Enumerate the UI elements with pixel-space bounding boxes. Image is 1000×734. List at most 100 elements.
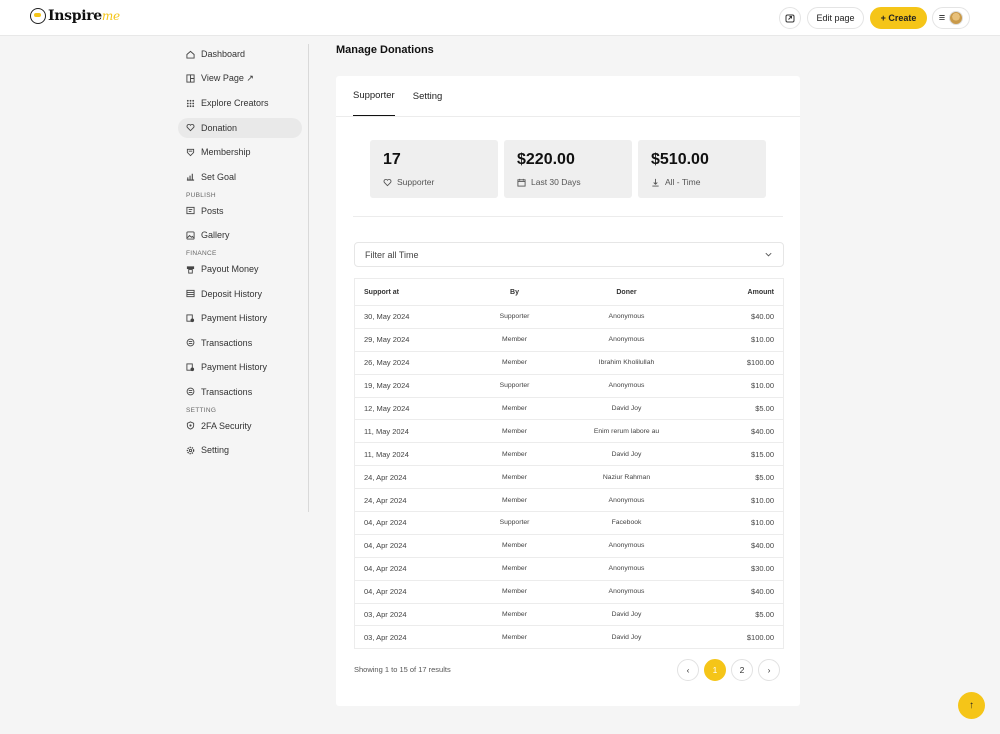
time-filter-select[interactable]: Filter all Time	[354, 242, 784, 267]
cell-doner: David Joy	[564, 603, 689, 627]
sidebar-item-label: Payment History	[201, 362, 268, 372]
calendar-icon	[517, 178, 526, 187]
table-row: 26, May 2024 Member Ibrahim Kholilullah $10…	[354, 351, 784, 375]
sidebar-item-explore-creators[interactable]: Explore Creators	[178, 93, 302, 113]
cell-by: Member	[464, 557, 565, 581]
hamburger-icon: ≡	[938, 12, 946, 24]
cell-doner: Anonymous	[564, 374, 689, 398]
next-page-button[interactable]: ›	[758, 659, 780, 681]
avatar	[949, 11, 964, 25]
cell-amount: $10.00	[688, 511, 784, 535]
user-menu-button[interactable]: ≡	[932, 7, 970, 29]
cell-support-at: 24, Apr 2024	[354, 488, 465, 513]
column-header-doner[interactable]: Doner	[564, 278, 689, 306]
cell-doner: Anonymous	[564, 580, 689, 604]
table-row: 04, Apr 2024 Member Anonymous $40.00	[354, 534, 784, 558]
cell-doner: Anonymous	[564, 488, 689, 513]
stat-label: All - Time	[665, 177, 701, 187]
cell-support-at: 03, Apr 2024	[354, 625, 465, 650]
home-icon	[186, 50, 195, 59]
sidebar-item-label: 2FA Security	[201, 420, 252, 431]
goal-icon	[186, 172, 195, 181]
table-row: 24, Apr 2024 Member Naziur Rahman $5.00	[354, 465, 784, 490]
tab-supporter[interactable]: Supporter	[353, 76, 395, 116]
stat-value: $510.00	[651, 151, 709, 168]
cell-amount: $30.00	[688, 557, 784, 581]
column-header-amount[interactable]: Amount	[688, 278, 784, 306]
sidebar-item-label: Gallery	[201, 230, 230, 240]
table-row: 04, Apr 2024 Supporter Facebook $10.00	[354, 511, 784, 535]
cell-support-at: 19, May 2024	[354, 374, 465, 398]
sidebar-item-view-page[interactable]: View Page ↗	[178, 69, 302, 89]
total-icon	[652, 178, 659, 187]
page-title: Manage Donations	[336, 44, 434, 56]
table-row: 11, May 2024 Member Enim rerum labore au $4…	[354, 419, 784, 444]
table-row: 11, May 2024 Member David Joy $15.00	[354, 442, 784, 467]
cell-by: Member	[464, 465, 565, 490]
cell-amount: $40.00	[688, 580, 784, 604]
sidebar-item-label: Setting	[201, 445, 230, 455]
logo-text: Inspireme	[48, 8, 120, 24]
table-row: 03, Apr 2024 Member David Joy $5.00	[354, 603, 784, 627]
cell-amount: $5.00	[688, 397, 784, 421]
sidebar-item-donation[interactable]: Donation	[178, 117, 302, 138]
logo[interactable]: Inspireme	[30, 8, 120, 24]
deposit-icon	[186, 289, 195, 298]
payment-icon	[186, 313, 195, 323]
table-row: 24, Apr 2024 Member Anonymous $10.00	[354, 488, 784, 513]
cell-support-at: 29, May 2024	[354, 328, 465, 352]
cell-support-at: 11, May 2024	[354, 442, 465, 467]
cell-doner: David Joy	[564, 397, 689, 421]
cell-support-at: 04, Apr 2024	[354, 511, 465, 535]
sidebar-item-posts[interactable]: Posts	[178, 201, 302, 221]
cell-support-at: 30, May 2024	[354, 305, 465, 329]
sidebar-item-transactions-2[interactable]: Transactions	[178, 382, 302, 402]
sidebar-item-membership[interactable]: Membership	[178, 142, 302, 162]
edit-page-button[interactable]: Edit page	[807, 7, 864, 29]
cell-doner: Facebook	[564, 511, 689, 535]
payment-icon	[186, 362, 195, 372]
filter-value: Filter all Time	[365, 249, 419, 260]
cell-doner: Anonymous	[564, 557, 689, 581]
layout-icon	[186, 74, 195, 83]
page-button-2[interactable]: 2	[731, 659, 753, 681]
sidebar-item-payment-history-2[interactable]: Payment History	[178, 357, 302, 377]
sidebar-item-2fa-security[interactable]: 2FA Security	[178, 416, 302, 436]
gallery-icon	[186, 230, 195, 240]
sidebar-item-setting[interactable]: Setting	[178, 440, 302, 460]
sidebar-item-label: Deposit History	[201, 288, 263, 299]
cell-amount: $10.00	[688, 488, 784, 513]
sidebar-item-deposit-history[interactable]: Deposit History	[178, 284, 302, 304]
cell-by: Supporter	[464, 305, 565, 329]
column-header-support-at[interactable]: Support at	[354, 278, 465, 306]
stat-supporters: 17 Supporter	[370, 140, 498, 198]
tab-setting[interactable]: Setting	[413, 76, 443, 116]
cell-amount: $10.00	[688, 328, 784, 352]
cell-amount: $10.00	[688, 374, 784, 398]
cell-doner: Anonymous	[564, 328, 689, 352]
sidebar-item-dashboard[interactable]: Dashboard	[178, 44, 302, 64]
payout-icon	[186, 265, 195, 274]
cell-by: Member	[464, 488, 565, 513]
cell-by: Member	[464, 328, 565, 352]
cell-doner: Naziur Rahman	[564, 465, 689, 490]
sidebar-item-label: Transactions	[201, 386, 253, 397]
table-row: 19, May 2024 Supporter Anonymous $10.00	[354, 374, 784, 398]
sidebar-item-payout-money[interactable]: Payout Money	[178, 259, 302, 279]
sidebar-item-gallery[interactable]: Gallery	[178, 225, 302, 245]
sidebar-item-label: Posts	[201, 205, 224, 216]
create-button[interactable]: + Create	[870, 7, 927, 29]
sidebar-item-transactions[interactable]: Transactions	[178, 333, 302, 353]
cell-by: Member	[464, 580, 565, 604]
column-header-by[interactable]: By	[464, 278, 565, 306]
cell-by: Member	[464, 534, 565, 558]
page-button-1[interactable]: 1	[704, 659, 726, 681]
sidebar-section-finance: FINANCE	[186, 250, 217, 257]
prev-page-button[interactable]: ‹	[677, 659, 699, 681]
sidebar-item-set-goal[interactable]: Set Goal	[178, 167, 302, 187]
table-body: 30, May 2024 Supporter Anonymous $40.00 29, …	[354, 305, 784, 650]
sidebar-item-payment-history[interactable]: Payment History	[178, 308, 302, 328]
arrow-up-icon: ↑	[969, 700, 974, 711]
share-button[interactable]	[779, 7, 801, 29]
scroll-to-top-button[interactable]: ↑	[958, 692, 985, 719]
